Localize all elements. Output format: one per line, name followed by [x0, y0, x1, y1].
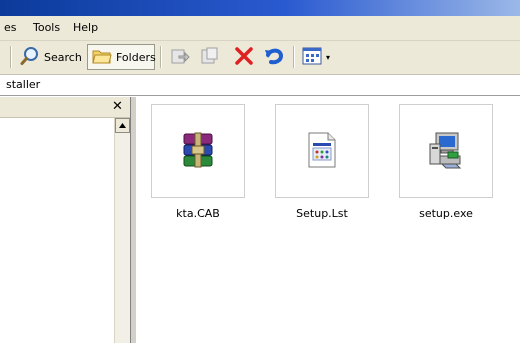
toolbar-separator	[10, 46, 12, 68]
address-bar[interactable]: staller	[0, 75, 520, 96]
file-item[interactable]: kta.CAB	[148, 104, 248, 230]
toolbar-separator	[293, 46, 295, 68]
delete-icon	[234, 46, 254, 69]
move-to-button[interactable]	[166, 44, 194, 70]
toolbar-separator	[160, 46, 162, 68]
search-button[interactable]: Search	[16, 44, 86, 70]
views-icon	[302, 47, 322, 68]
file-thumbnail[interactable]	[399, 104, 493, 198]
scroll-up-button[interactable]	[115, 118, 130, 133]
views-button[interactable]: ▾	[298, 44, 334, 70]
file-name: Setup.Lst	[296, 207, 348, 220]
close-pane-icon[interactable]: ✕	[112, 99, 123, 114]
folders-pane-scrollbar[interactable]	[114, 118, 130, 343]
folders-pane-header: ✕	[0, 97, 130, 118]
file-view: kta.CAB Setup.Lst setup.exe	[136, 97, 520, 343]
search-icon	[20, 46, 40, 69]
menu-item-tools[interactable]: Tools	[33, 21, 60, 34]
move-to-icon	[170, 46, 190, 69]
undo-button[interactable]	[260, 44, 290, 70]
scroll-up-arrow-icon	[119, 123, 126, 128]
copy-to-icon	[200, 46, 220, 69]
text-document-icon	[307, 132, 337, 171]
delete-button[interactable]	[230, 44, 258, 70]
folders-icon	[92, 47, 112, 68]
undo-icon	[264, 46, 286, 69]
window-title-bar[interactable]	[0, 0, 520, 16]
copy-to-button[interactable]	[196, 44, 224, 70]
address-field[interactable]: staller	[6, 78, 40, 91]
menu-item-help[interactable]: Help	[73, 21, 98, 34]
file-name: kta.CAB	[176, 207, 220, 220]
menu-bar: es Tools Help	[0, 16, 520, 41]
file-item[interactable]: setup.exe	[396, 104, 496, 230]
file-thumbnail[interactable]	[151, 104, 245, 198]
views-dropdown-arrow-icon: ▾	[326, 52, 331, 62]
file-name: setup.exe	[419, 207, 473, 220]
folders-button-label: Folders	[116, 50, 156, 64]
folders-button[interactable]: Folders	[87, 44, 156, 70]
file-item[interactable]: Setup.Lst	[272, 104, 372, 230]
winrar-archive-icon	[179, 131, 217, 172]
installer-icon	[426, 130, 466, 173]
toolbar: Search Folders ▾	[0, 41, 520, 75]
folders-pane: ✕	[0, 97, 130, 343]
search-button-label: Search	[44, 50, 82, 64]
menu-item-favorites[interactable]: es	[4, 21, 17, 34]
file-thumbnail[interactable]	[275, 104, 369, 198]
